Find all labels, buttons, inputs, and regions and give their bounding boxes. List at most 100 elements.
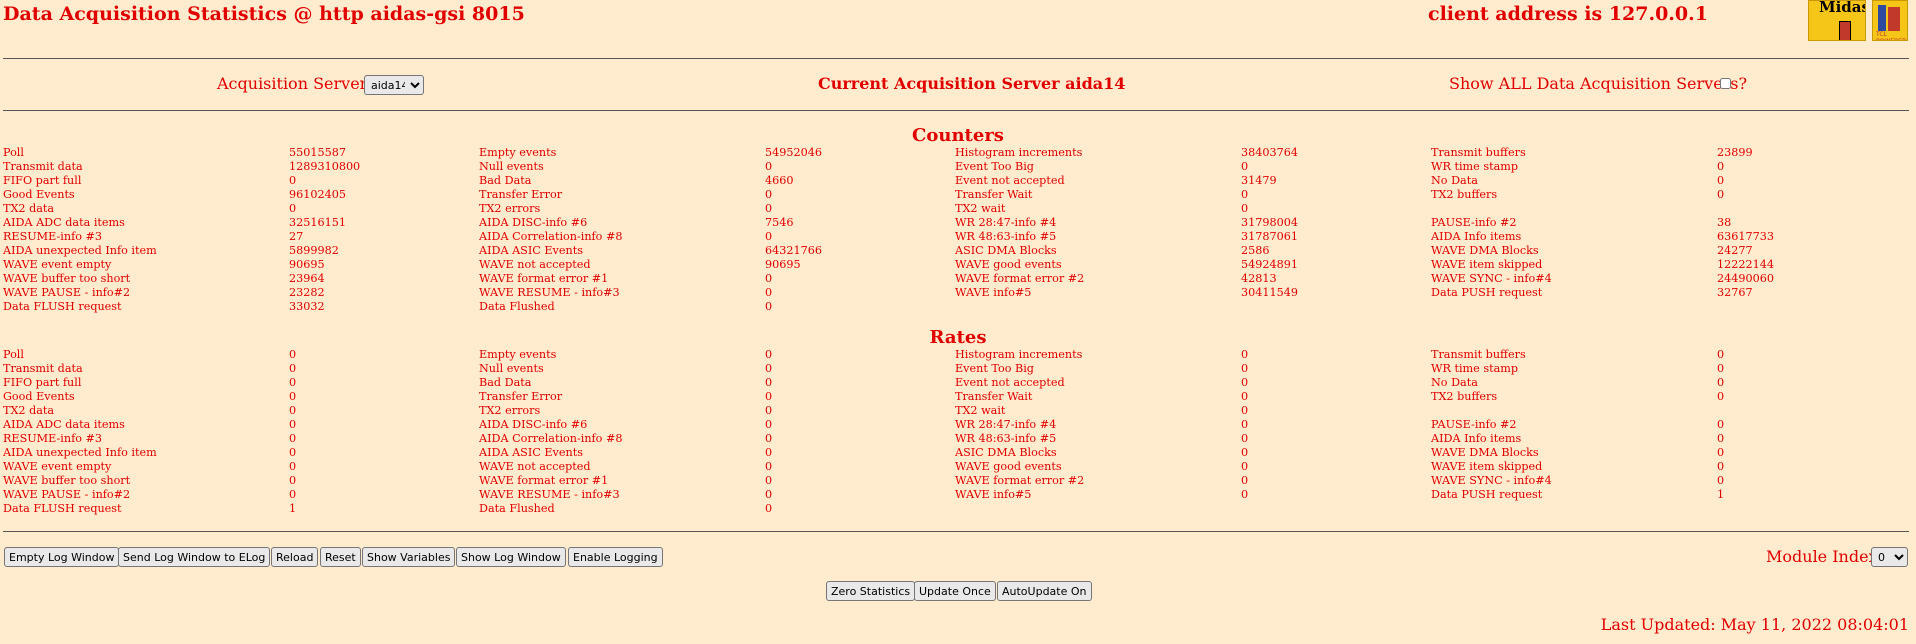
divider [3, 58, 1909, 59]
module-index-select[interactable]: 0 [1871, 547, 1908, 567]
stat-label: TX2 buffers [1431, 188, 1498, 201]
stat-label: AIDA DISC-info #6 [479, 216, 588, 229]
stat-value: 0 [1241, 160, 1249, 173]
stat-label: Transfer Wait [955, 188, 1033, 201]
stat-cell: AIDA ASIC Events 64321766 [479, 244, 955, 258]
stat-label: Data PUSH request [1431, 286, 1543, 299]
stat-cell: TX2 buffers 0 [1431, 188, 1907, 202]
zero-statistics-button[interactable]: Zero Statistics [826, 581, 916, 601]
stat-label: AIDA DISC-info #6 [479, 418, 588, 431]
stat-label: AIDA unexpected Info item [3, 244, 157, 257]
stat-label: WAVE PAUSE - info#2 [3, 488, 131, 501]
stat-cell: TX2 data 0 [3, 202, 479, 216]
empty-log-button[interactable]: Empty Log Window [4, 547, 120, 567]
stat-cell: WAVE SYNC - info#4 24490060 [1431, 272, 1907, 286]
show-all-checkbox[interactable] [1720, 78, 1731, 89]
stat-value: 0 [765, 474, 773, 487]
stat-value: 4660 [765, 174, 794, 187]
stat-value: 0 [765, 488, 773, 501]
rates-title: Rates [929, 327, 987, 348]
stat-cell: WAVE item skipped 0 [1431, 460, 1907, 474]
stat-label: TX2 errors [479, 202, 541, 215]
stat-label: WAVE buffer too short [3, 272, 131, 285]
stat-label: Transmit buffers [1431, 348, 1526, 361]
stat-value: 0 [1717, 362, 1725, 375]
stat-label: WAVE buffer too short [3, 474, 131, 487]
stat-label: PAUSE-info #2 [1431, 216, 1517, 229]
table-row: FIFO part full 0 Bad Data 0 Event not accept… [3, 376, 1913, 390]
midas-logo-text: Midas [1819, 0, 1866, 16]
stat-label: TX2 wait [955, 404, 1006, 417]
stat-label: WAVE RESUME - info#3 [479, 286, 620, 299]
stat-label: Bad Data [479, 376, 532, 389]
stat-label [1431, 502, 1717, 516]
stat-cell: WAVE PAUSE - info#2 0 [3, 488, 479, 502]
stat-value: 0 [289, 488, 297, 501]
acq-server-select[interactable]: aida14 [364, 75, 424, 95]
stat-value: 0 [765, 362, 773, 375]
stat-value: 0 [765, 404, 773, 417]
stat-label: WAVE not accepted [479, 460, 591, 473]
stat-value: 0 [1717, 348, 1725, 361]
table-row: FIFO part full 0 Bad Data 4660 Event not acc… [3, 174, 1913, 188]
stat-value: 0 [1241, 418, 1249, 431]
rates-table: Poll 0 Empty events 0 Histogram increments 0 T… [3, 348, 1913, 516]
stat-label: WR 28:47-info #4 [955, 418, 1057, 431]
stat-cell: Event not accepted 31479 [955, 174, 1431, 188]
stat-cell: Transfer Error 0 [479, 188, 955, 202]
stat-value: 38403764 [1241, 146, 1298, 159]
reload-button[interactable]: Reload [271, 547, 319, 567]
stat-label: Event not accepted [955, 174, 1065, 187]
stat-value: 0 [1717, 432, 1725, 445]
stat-value [1717, 202, 1907, 216]
stat-label: Data FLUSH request [3, 502, 122, 515]
update-once-button[interactable]: Update Once [914, 581, 996, 601]
stat-value: 0 [289, 432, 297, 445]
stat-cell: WAVE good events 54924891 [955, 258, 1431, 272]
stat-value: 0 [289, 474, 297, 487]
stat-label: Good Events [3, 188, 75, 201]
stat-cell: Transmit buffers 0 [1431, 348, 1907, 362]
stat-label: No Data [1431, 174, 1478, 187]
stat-value: 0 [289, 376, 297, 389]
stat-cell: RESUME-info #3 0 [3, 432, 479, 446]
stat-label: ASIC DMA Blocks [955, 446, 1057, 459]
stat-cell: Event Too Big 0 [955, 362, 1431, 376]
stat-value: 90695 [765, 258, 801, 271]
stat-label: WAVE good events [955, 258, 1062, 271]
show-log-button[interactable]: Show Log Window [456, 547, 566, 567]
stat-cell: FIFO part full 0 [3, 376, 479, 390]
stat-cell [955, 300, 1431, 314]
stat-cell: TX2 buffers 0 [1431, 390, 1907, 404]
autoupdate-button[interactable]: AutoUpdate On [997, 581, 1092, 601]
show-variables-button[interactable]: Show Variables [362, 547, 456, 567]
stat-value: 1289310800 [289, 160, 361, 173]
stat-value: 0 [289, 418, 297, 431]
stat-cell: Data Flushed 0 [479, 300, 955, 314]
current-server-label: Current Acquisition Server aida14 [818, 74, 1126, 93]
stat-label: AIDA ADC data items [3, 216, 125, 229]
counters-table: Poll 55015587 Empty events 54952046 Histogra… [3, 146, 1913, 314]
stat-value: 0 [1241, 202, 1249, 215]
stat-value: 0 [1717, 390, 1725, 403]
stat-cell: Bad Data 4660 [479, 174, 955, 188]
stat-label: Event Too Big [955, 362, 1034, 375]
stat-cell: AIDA DISC-info #6 7546 [479, 216, 955, 230]
enable-logging-button[interactable]: Enable Logging [568, 547, 663, 567]
stat-label: FIFO part full [3, 376, 82, 389]
stat-value: 0 [765, 348, 773, 361]
reset-button[interactable]: Reset [320, 547, 361, 567]
stat-cell: Bad Data 0 [479, 376, 955, 390]
stat-label: WAVE event empty [3, 460, 112, 473]
stat-label: No Data [1431, 376, 1478, 389]
midas-logo: Midas [1808, 0, 1866, 41]
stat-label: RESUME-info #3 [3, 230, 102, 243]
stat-value: 42813 [1241, 272, 1277, 285]
stat-cell: Data FLUSH request 33032 [3, 300, 479, 314]
stat-cell: WAVE format error #1 0 [479, 474, 955, 488]
stat-label [1431, 300, 1717, 314]
stat-label: AIDA ADC data items [3, 418, 125, 431]
stat-cell [1431, 502, 1907, 516]
send-log-button[interactable]: Send Log Window to ELog [118, 547, 271, 567]
stat-value: 0 [765, 272, 773, 285]
